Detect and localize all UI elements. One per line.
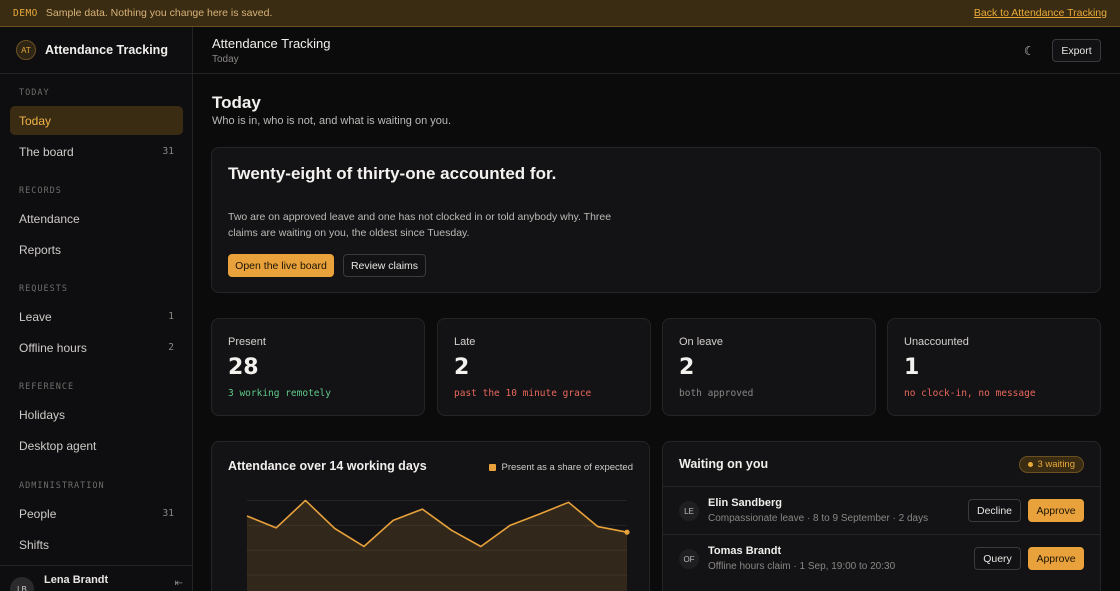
- sidebar-item-shifts[interactable]: Shifts: [10, 530, 183, 559]
- sidebar-item-label: Today: [19, 113, 52, 128]
- stat-value: 1: [904, 355, 920, 380]
- list-item: LE Elin Sandberg Compassionate leave · 8…: [663, 486, 1100, 534]
- demo-banner: DEMO Sample data. Nothing you change her…: [0, 0, 1120, 27]
- stat-note: 3 working remotely: [228, 388, 331, 399]
- review-claims-button[interactable]: Review claims: [343, 254, 426, 277]
- summary-body: Two are on approved leave and one has no…: [228, 211, 612, 239]
- summary-headline: Twenty-eight of thirty-one accounted for…: [228, 164, 557, 183]
- back-link[interactable]: Back to Attendance Tracking: [974, 7, 1107, 19]
- request-person: Tomas Brandt: [708, 545, 782, 557]
- logout-icon[interactable]: ⇤: [175, 578, 183, 589]
- moon-icon[interactable]: ☾: [1024, 44, 1035, 58]
- sidebar-item-label: Leave: [19, 309, 52, 324]
- request-detail: Offline hours claim · 1 Sep, 19:00 to 20…: [708, 561, 896, 572]
- decline-button[interactable]: Decline: [968, 499, 1021, 522]
- sidebar-item-label: The board: [19, 144, 74, 159]
- query-button[interactable]: Query: [974, 547, 1021, 570]
- sidebar-item-label: Holidays: [19, 407, 66, 422]
- sidebar-item-attendance[interactable]: Attendance: [10, 204, 183, 233]
- stat-card-late: Late 2 past the 10 minute grace: [437, 318, 651, 416]
- stat-note: past the 10 minute grace: [454, 388, 592, 399]
- sidebar-item-label: People: [19, 506, 57, 521]
- export-button[interactable]: Export: [1052, 39, 1101, 62]
- main-content: Today Who is in, who is not, and what is…: [193, 74, 1120, 591]
- approve-button[interactable]: Approve: [1028, 547, 1084, 570]
- open-live-board-button[interactable]: Open the live board: [228, 254, 334, 277]
- section-label-today: TODAY: [19, 88, 50, 98]
- sidebar-item-count: 31: [162, 146, 174, 157]
- sidebar-item-label: Shifts: [19, 537, 50, 552]
- dot-icon: [1027, 462, 1033, 467]
- sidebar-item-count: 2: [168, 342, 174, 353]
- sidebar-item-people[interactable]: People 31: [10, 499, 183, 528]
- sidebar-item-label: Attendance: [19, 211, 80, 226]
- sidebar-item-label: Reports: [19, 242, 62, 257]
- chart-legend: Present as a share of expected: [488, 462, 634, 473]
- user-name: Lena Brandt: [44, 574, 109, 586]
- stat-note: both approved: [679, 388, 754, 399]
- chart-title: Attendance over 14 working days: [228, 459, 427, 473]
- page-subtitle: Who is in, who is not, and what is waiti…: [212, 115, 452, 127]
- attendance-chart: [246, 499, 630, 591]
- approve-button[interactable]: Approve: [1028, 499, 1084, 522]
- avatar: OF: [679, 549, 699, 569]
- user-profile[interactable]: LB Lena Brandt ⇤: [0, 565, 193, 591]
- stat-card-on-leave: On leave 2 both approved: [662, 318, 876, 416]
- sidebar-item-count: 1: [168, 311, 174, 322]
- brand-logo: AT: [16, 40, 36, 60]
- brand-name: Attendance Tracking: [45, 43, 168, 57]
- sidebar-item-leave[interactable]: Leave 1: [10, 302, 183, 331]
- sidebar: AT Attendance Tracking TODAY Today The b…: [0, 27, 193, 591]
- stat-card-present: Present 28 3 working remotely: [211, 318, 425, 416]
- page-title: Today: [212, 93, 261, 112]
- stat-label: On leave: [679, 336, 724, 348]
- section-label-requests: REQUESTS: [19, 284, 68, 294]
- demo-tag: DEMO: [13, 7, 38, 19]
- sidebar-item-today[interactable]: Today: [10, 106, 183, 135]
- request-detail: Compassionate leave · 8 to 9 September ·…: [708, 513, 929, 524]
- stat-value: 2: [679, 355, 695, 380]
- legend-swatch: [488, 464, 496, 471]
- stat-value: 28: [228, 355, 259, 380]
- sidebar-item-holidays[interactable]: Holidays: [10, 400, 183, 429]
- topbar: Attendance Tracking Today ☾ Export: [193, 27, 1120, 74]
- sidebar-item-label: Desktop agent: [19, 438, 97, 453]
- series-area: [247, 500, 627, 591]
- sidebar-item-the-board[interactable]: The board 31: [10, 137, 183, 166]
- section-label-administration: ADMINISTRATION: [19, 481, 105, 491]
- section-label-records: RECORDS: [19, 186, 62, 196]
- demo-message: Sample data. Nothing you change here is …: [45, 7, 273, 19]
- stat-label: Present: [228, 336, 266, 348]
- sidebar-item-count: 31: [162, 508, 174, 519]
- request-person: Elin Sandberg: [708, 497, 782, 509]
- brand[interactable]: AT Attendance Tracking: [0, 27, 192, 74]
- waiting-title: Waiting on you: [679, 457, 769, 471]
- stat-label: Late: [454, 336, 476, 348]
- list-item: OF Tomas Brandt Offline hours claim · 1 …: [663, 534, 1100, 582]
- sidebar-item-offline-hours[interactable]: Offline hours 2: [10, 333, 183, 362]
- legend-label: Present as a share of expected: [501, 462, 634, 473]
- section-label-reference: REFERENCE: [19, 382, 75, 392]
- sidebar-item-reports[interactable]: Reports: [10, 235, 183, 264]
- waiting-badge-label: 3 waiting: [1037, 459, 1076, 470]
- stat-value: 2: [454, 355, 470, 380]
- summary-card: Twenty-eight of thirty-one accounted for…: [211, 147, 1101, 293]
- header-subtitle: Today: [212, 54, 239, 65]
- avatar: LB: [10, 577, 34, 591]
- stat-card-unaccounted: Unaccounted 1 no clock-in, no message: [887, 318, 1101, 416]
- sidebar-item-desktop-agent[interactable]: Desktop agent: [10, 431, 183, 460]
- stat-note: no clock-in, no message: [904, 388, 1036, 399]
- waiting-badge: 3 waiting: [1018, 456, 1084, 473]
- header-title: Attendance Tracking: [212, 36, 331, 51]
- avatar: LE: [679, 501, 699, 521]
- data-point-13: [624, 529, 630, 535]
- stat-label: Unaccounted: [904, 336, 969, 348]
- attendance-chart-card: Attendance over 14 working days Present …: [211, 441, 650, 591]
- waiting-card: Waiting on you 3 waiting LE Elin Sandber…: [662, 441, 1101, 591]
- sidebar-item-label: Offline hours: [19, 340, 87, 355]
